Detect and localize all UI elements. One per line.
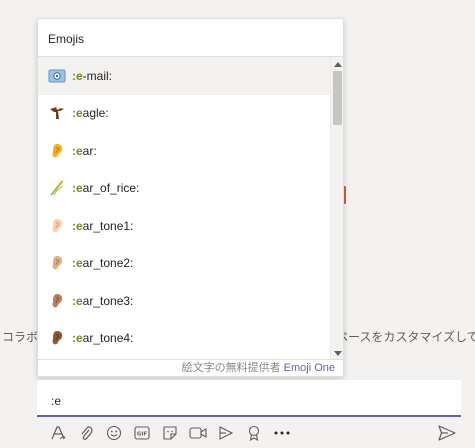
emoji-one-link[interactable]: Emoji One bbox=[284, 362, 335, 374]
emoji-picker-popup: Emojis :e-mail: :eagle::ear::ear_of_ri… bbox=[37, 18, 344, 377]
meet-now-icon[interactable] bbox=[184, 422, 212, 444]
ear-tone3-icon bbox=[48, 292, 66, 310]
email-icon bbox=[48, 67, 66, 85]
emoji-list-scrollbar[interactable] bbox=[330, 57, 343, 361]
emoji-icon[interactable] bbox=[100, 422, 128, 444]
ear-icon bbox=[48, 142, 66, 160]
emoji-item-e-mail[interactable]: :e-mail: bbox=[38, 57, 330, 95]
ear-tone4-icon bbox=[48, 329, 66, 347]
emoji-item-label: :ear_tone4: bbox=[72, 331, 134, 346]
emoji-item-ear-tone3[interactable]: :ear_tone3: bbox=[38, 282, 330, 320]
emoji-item-label: :ear_tone2: bbox=[72, 256, 134, 271]
format-icon[interactable] bbox=[44, 422, 72, 444]
praise-icon[interactable] bbox=[240, 422, 268, 444]
gif-icon[interactable]: GIF bbox=[128, 422, 156, 444]
compose-input-text[interactable]: :e bbox=[51, 394, 61, 408]
ear-of-rice-icon bbox=[48, 179, 66, 197]
emoji-item-label: :e-mail: bbox=[72, 68, 113, 83]
emoji-item-ear-tone1[interactable]: :ear_tone1: bbox=[38, 207, 330, 245]
emoji-picker-title: Emojis bbox=[38, 19, 343, 57]
emoji-item-ear[interactable]: :ear: bbox=[38, 132, 330, 170]
send-icon[interactable] bbox=[437, 424, 457, 442]
background-chat-text-left: コラボ bbox=[2, 330, 39, 344]
more-options-icon[interactable] bbox=[268, 422, 296, 444]
ear-tone1-icon bbox=[48, 217, 66, 235]
attribution-text: 絵文字の無料提供者 bbox=[181, 362, 284, 374]
scrollbar-thumb[interactable] bbox=[333, 71, 342, 125]
stream-icon[interactable] bbox=[212, 422, 240, 444]
emoji-item-label: :ear_tone3: bbox=[72, 293, 134, 308]
compose-toolbar: GIF bbox=[44, 422, 296, 444]
emoji-item-label: :ear_tone1: bbox=[72, 218, 134, 233]
eagle-icon bbox=[48, 104, 66, 122]
emoji-item-label: :eagle: bbox=[72, 106, 109, 121]
emoji-item-label: :ear_of_rice: bbox=[72, 181, 140, 196]
scroll-down-arrow-icon[interactable] bbox=[334, 350, 342, 358]
svg-text:GIF: GIF bbox=[137, 432, 148, 438]
ear-tone2-icon bbox=[48, 254, 66, 272]
emoji-suggestion-list: :e-mail: :eagle: :ear::ear_of_rice::ea… bbox=[38, 57, 330, 361]
message-compose-box[interactable]: :e bbox=[37, 380, 461, 417]
emoji-item-eagle[interactable]: :eagle: bbox=[38, 95, 330, 133]
emoji-item-ear-tone2[interactable]: :ear_tone2: bbox=[38, 245, 330, 283]
background-chat-text-right: ペースをカスタマイズしてみ bbox=[336, 330, 475, 344]
scroll-up-arrow-icon[interactable] bbox=[334, 60, 342, 68]
sticker-icon[interactable] bbox=[156, 422, 184, 444]
emoji-attribution: 絵文字の無料提供者 Emoji One bbox=[38, 359, 343, 376]
emoji-item-label: :ear: bbox=[72, 143, 97, 158]
emoji-item-ear-of-rice[interactable]: :ear_of_rice: bbox=[38, 170, 330, 208]
emoji-item-ear-tone4[interactable]: :ear_tone4: bbox=[38, 320, 330, 358]
attach-icon[interactable] bbox=[72, 422, 100, 444]
